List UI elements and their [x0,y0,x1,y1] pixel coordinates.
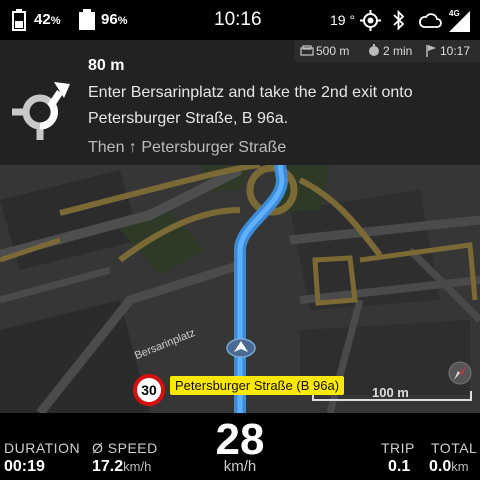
maneuver-distance: 80 m [88,57,125,74]
gps-icon [360,10,381,31]
next-maneuver: Then ↑ Petersburger Straße [88,139,287,156]
status-bar: 42% 96% 10:16 19 ° 4G [0,0,480,40]
bluetooth-icon [393,10,405,31]
total-value: 0.0km [429,458,469,475]
speed-limit-sign: 30 [133,374,165,406]
network-type: 4G [449,9,460,18]
temperature: 19 ° [330,12,356,28]
roundabout-icon [12,82,70,140]
compass-icon[interactable] [448,361,472,385]
position-marker-icon [226,338,256,358]
remaining-distance: 500 m [316,44,350,58]
timer-icon [369,44,379,56]
current-street-label: Petersburger Straße (B 96a) [170,376,345,395]
battery-level-1: 42% [34,11,61,28]
battery-level-2: 96% [101,11,128,28]
flag-icon [426,45,436,57]
remaining-time: 2 min [383,44,413,58]
cloud-icon [419,13,442,28]
arrival-time: 10:17 [440,44,471,58]
battery-icon [12,9,26,31]
trip-label: TRIP [381,440,415,456]
total-label: TOTAL [431,440,478,456]
maneuver-instruction: Enter Bersarinplatz and take the 2nd exi… [88,84,413,127]
trip-value: 0.1 [388,458,411,475]
scale-label: 100 m [372,385,409,400]
battery-icon [79,9,95,30]
clock: 10:16 [214,9,262,30]
route-summary-strip: 500 m 2 min 10:17 [294,40,480,62]
route-icon [300,45,314,56]
